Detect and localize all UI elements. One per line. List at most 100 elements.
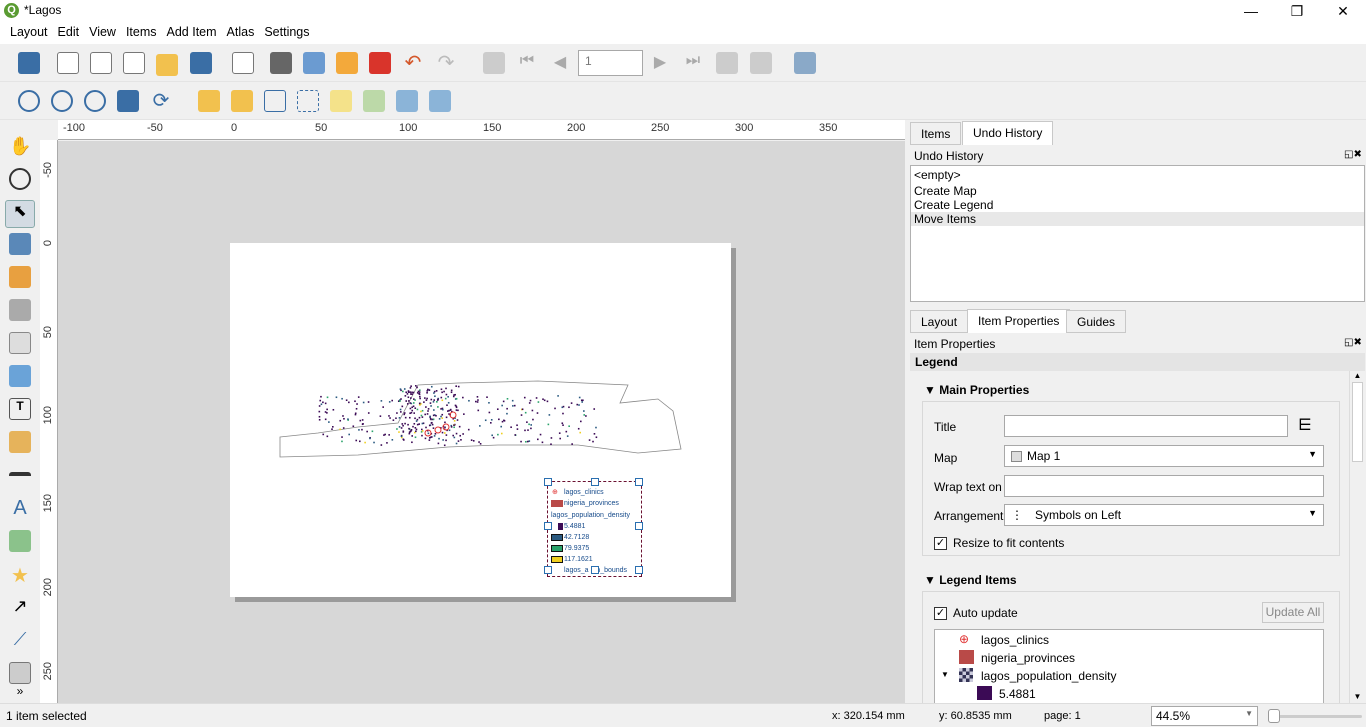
arrangement-select[interactable]: ⋮ Symbols on Left ▼: [1004, 504, 1324, 526]
float-close-icons[interactable]: ◱✖: [1344, 149, 1362, 160]
resize-handle[interactable]: [544, 522, 552, 530]
menu-add-item[interactable]: Add Item: [162, 22, 222, 42]
add-pages-icon[interactable]: [232, 52, 254, 74]
resize-handle[interactable]: [544, 478, 552, 486]
collapse-arrow-icon[interactable]: ▼: [941, 670, 949, 679]
tab-undo-history[interactable]: Undo History: [962, 121, 1054, 145]
zoom-slider[interactable]: [1268, 715, 1362, 718]
menu-layout[interactable]: Layout: [5, 22, 53, 42]
title-input[interactable]: [1004, 415, 1288, 437]
undo-history-list[interactable]: <empty> Create Map Create Legend Move It…: [910, 165, 1365, 302]
add-shape-icon[interactable]: [9, 530, 31, 552]
layout-manager-icon[interactable]: [123, 52, 145, 74]
resize-icon[interactable]: [429, 90, 451, 112]
open-template-icon[interactable]: [156, 54, 178, 76]
add-map-icon[interactable]: [9, 299, 31, 321]
refresh-icon[interactable]: ⟳: [150, 90, 172, 112]
zoom-slider-handle[interactable]: [1268, 709, 1280, 723]
zoom-full-icon[interactable]: [117, 90, 139, 112]
minimize-button[interactable]: —: [1228, 0, 1274, 22]
next-feature-icon[interactable]: ▶: [649, 52, 671, 74]
add-marker-icon[interactable]: ★: [9, 563, 31, 587]
group-icon[interactable]: [264, 90, 286, 112]
tree-item[interactable]: lagos_population_density: [981, 669, 1116, 683]
add-label-icon[interactable]: T: [9, 398, 31, 420]
select-move-icon[interactable]: ⬉: [5, 200, 35, 228]
legend-items-header[interactable]: ▼ Legend Items: [924, 573, 1017, 587]
redo-icon[interactable]: ↷: [435, 52, 457, 74]
export-svg-icon[interactable]: [336, 52, 358, 74]
pan-icon[interactable]: ✋: [9, 136, 31, 158]
save-icon[interactable]: [18, 52, 40, 74]
raise-items-icon[interactable]: [330, 90, 352, 112]
history-item[interactable]: Create Map: [911, 184, 1364, 198]
zoom-in-icon[interactable]: [18, 90, 40, 112]
layout-canvas[interactable]: ⊕ lagos_clinics nigeria_provinces lagos_…: [58, 141, 905, 703]
history-item[interactable]: Create Legend: [911, 198, 1364, 212]
expression-icon[interactable]: ⋿: [1298, 415, 1312, 435]
new-layout-icon[interactable]: [57, 52, 79, 74]
menu-settings[interactable]: Settings: [259, 22, 314, 42]
tree-item[interactable]: nigeria_provinces: [981, 651, 1075, 665]
menu-edit[interactable]: Edit: [53, 22, 85, 42]
zoom-actual-icon[interactable]: [84, 90, 106, 112]
resize-handle[interactable]: [591, 566, 599, 574]
checkbox-checked[interactable]: ✓: [934, 537, 947, 551]
tab-items[interactable]: Items: [910, 122, 962, 145]
legend-tree[interactable]: ⊕ lagos_clinics nigeria_provinces ▼ lago…: [934, 629, 1324, 703]
add-html-icon[interactable]: [9, 662, 31, 684]
tree-item[interactable]: lagos_clinics: [981, 633, 1049, 647]
menu-atlas[interactable]: Atlas: [222, 22, 260, 42]
zoom-out-icon[interactable]: [51, 90, 73, 112]
legend-item[interactable]: ⊕ lagos_clinics nigeria_provinces lagos_…: [544, 478, 643, 577]
layout-page[interactable]: ⊕ lagos_clinics nigeria_provinces lagos_…: [230, 243, 731, 597]
unlock-items-icon[interactable]: [231, 90, 253, 112]
print-atlas-icon[interactable]: [716, 52, 738, 74]
scroll-thumb[interactable]: [1352, 382, 1363, 462]
map-item[interactable]: [278, 375, 684, 465]
undo-icon[interactable]: ↶: [402, 52, 424, 74]
add-3d-map-icon[interactable]: [9, 332, 31, 354]
close-button[interactable]: ✕: [1320, 0, 1366, 22]
resize-handle[interactable]: [635, 566, 643, 574]
export-image-icon[interactable]: [303, 52, 325, 74]
map-select[interactable]: Map 1 ▼: [1004, 445, 1324, 467]
add-arrow-icon[interactable]: ↗: [9, 596, 31, 618]
history-item[interactable]: <empty>: [911, 166, 1364, 184]
lock-items-icon[interactable]: [198, 90, 220, 112]
tab-layout[interactable]: Layout: [910, 310, 969, 333]
zoom-tool-icon[interactable]: [9, 168, 31, 190]
first-feature-icon[interactable]: ⏮: [516, 52, 538, 74]
zoom-select[interactable]: 44.5% ▼: [1151, 706, 1258, 726]
duplicate-layout-icon[interactable]: [90, 52, 112, 74]
add-legend-icon[interactable]: [9, 431, 31, 453]
last-feature-icon[interactable]: ⏭: [682, 52, 704, 74]
tab-guides[interactable]: Guides: [1066, 310, 1127, 333]
add-north-arrow-icon[interactable]: A: [9, 497, 31, 519]
export-pdf-icon[interactable]: [369, 52, 391, 74]
maximize-button[interactable]: ❐: [1274, 0, 1320, 22]
atlas-preview-icon[interactable]: [483, 52, 505, 74]
properties-scrollbar[interactable]: ▲ ▼: [1349, 371, 1365, 703]
menu-view[interactable]: View: [84, 22, 121, 42]
print-icon[interactable]: [270, 52, 292, 74]
atlas-page-select[interactable]: 1: [578, 50, 643, 76]
edit-nodes-icon[interactable]: [9, 266, 31, 288]
resize-handle[interactable]: [635, 478, 643, 486]
resize-handle[interactable]: [544, 566, 552, 574]
scroll-up-icon[interactable]: ▲: [1350, 371, 1365, 380]
resize-handle[interactable]: [635, 522, 643, 530]
distribute-icon[interactable]: [396, 90, 418, 112]
wrap-text-input[interactable]: [1004, 475, 1324, 497]
resize-handle[interactable]: [591, 478, 599, 486]
scroll-down-icon[interactable]: ▼: [1350, 692, 1365, 701]
add-picture-icon[interactable]: [9, 365, 31, 387]
add-scalebar-icon[interactable]: [9, 472, 31, 480]
atlas-settings-icon[interactable]: [794, 52, 816, 74]
float-close-icons[interactable]: ◱✖: [1344, 337, 1362, 348]
previous-feature-icon[interactable]: ◀: [549, 52, 571, 74]
tree-item[interactable]: 5.4881: [999, 687, 1036, 701]
export-atlas-icon[interactable]: [750, 52, 772, 74]
save-template-icon[interactable]: [190, 52, 212, 74]
auto-update-checkbox[interactable]: ✓ Auto update: [934, 606, 1018, 621]
